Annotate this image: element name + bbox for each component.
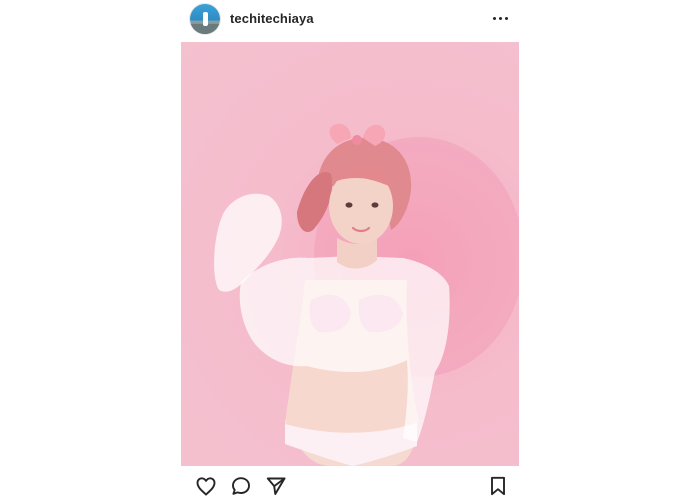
username[interactable]: techitechiaya	[230, 11, 314, 26]
more-options-icon	[504, 16, 508, 20]
action-bar	[180, 470, 520, 500]
like-button[interactable]	[194, 474, 218, 498]
save-button[interactable]	[486, 474, 510, 498]
post-header: techitechiaya	[180, 0, 520, 42]
post-photo[interactable]	[181, 42, 519, 466]
send-icon	[266, 477, 286, 495]
more-options-icon	[498, 16, 502, 20]
heart-icon	[196, 477, 216, 496]
share-button[interactable]	[264, 474, 288, 498]
bookmark-icon	[491, 476, 505, 496]
comment-button[interactable]	[229, 474, 253, 498]
more-options-button[interactable]	[488, 8, 512, 28]
comment-icon	[232, 477, 250, 495]
more-options-icon	[492, 16, 496, 20]
instagram-post-screenshot: techitechiaya	[0, 0, 700, 500]
avatar-figure	[203, 12, 208, 26]
avatar[interactable]	[190, 4, 220, 34]
instagram-post: techitechiaya	[180, 0, 520, 500]
post-photo-illustration	[214, 123, 519, 466]
